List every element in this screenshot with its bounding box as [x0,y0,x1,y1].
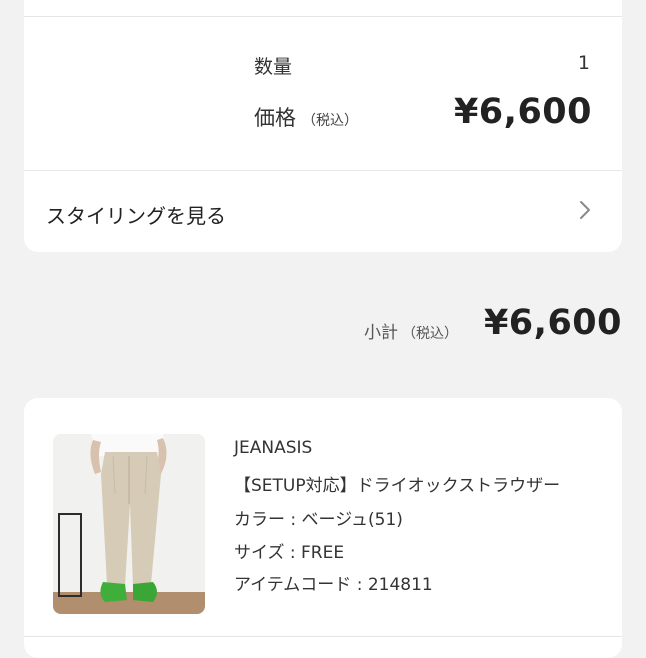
subtotal-label-text: 小計 [364,323,398,343]
item-size: サイズ : FREE [234,543,345,563]
item-color: カラー : ベージュ(51) [234,510,403,530]
product-image[interactable] [53,434,205,614]
subtotal-value: ¥6,600 [483,303,622,343]
quantity-value: 1 [577,52,590,74]
view-styling-label: スタイリングを見る [46,204,226,228]
divider [24,636,622,637]
subtotal-label: 小計 （税込） [364,318,458,343]
item-brand[interactable]: JEANASIS [234,438,312,458]
price-value: ¥6,600 [453,92,592,132]
cart-item-card: JEANASIS 【SETUP対応】ドライオックストラウザー カラー : ベージ… [24,398,622,658]
price-tax-note: （税込） [302,113,358,129]
chevron-right-icon [578,199,592,227]
price-label-text: 価格 [254,106,296,130]
item-name[interactable]: 【SETUP対応】ドライオックストラウザー [234,471,560,496]
view-styling-link[interactable]: スタイリングを見る [24,171,622,252]
price-label: 価格 （税込） [254,102,358,132]
subtotal-tax-note: （税込） [402,326,458,342]
item-code: アイテムコード : 214811 [234,575,433,595]
quantity-label: 数量 [254,56,293,78]
order-summary-card: 数量 1 価格 （税込） ¥6,600 スタイリングを見る [24,0,622,252]
divider [24,16,622,17]
